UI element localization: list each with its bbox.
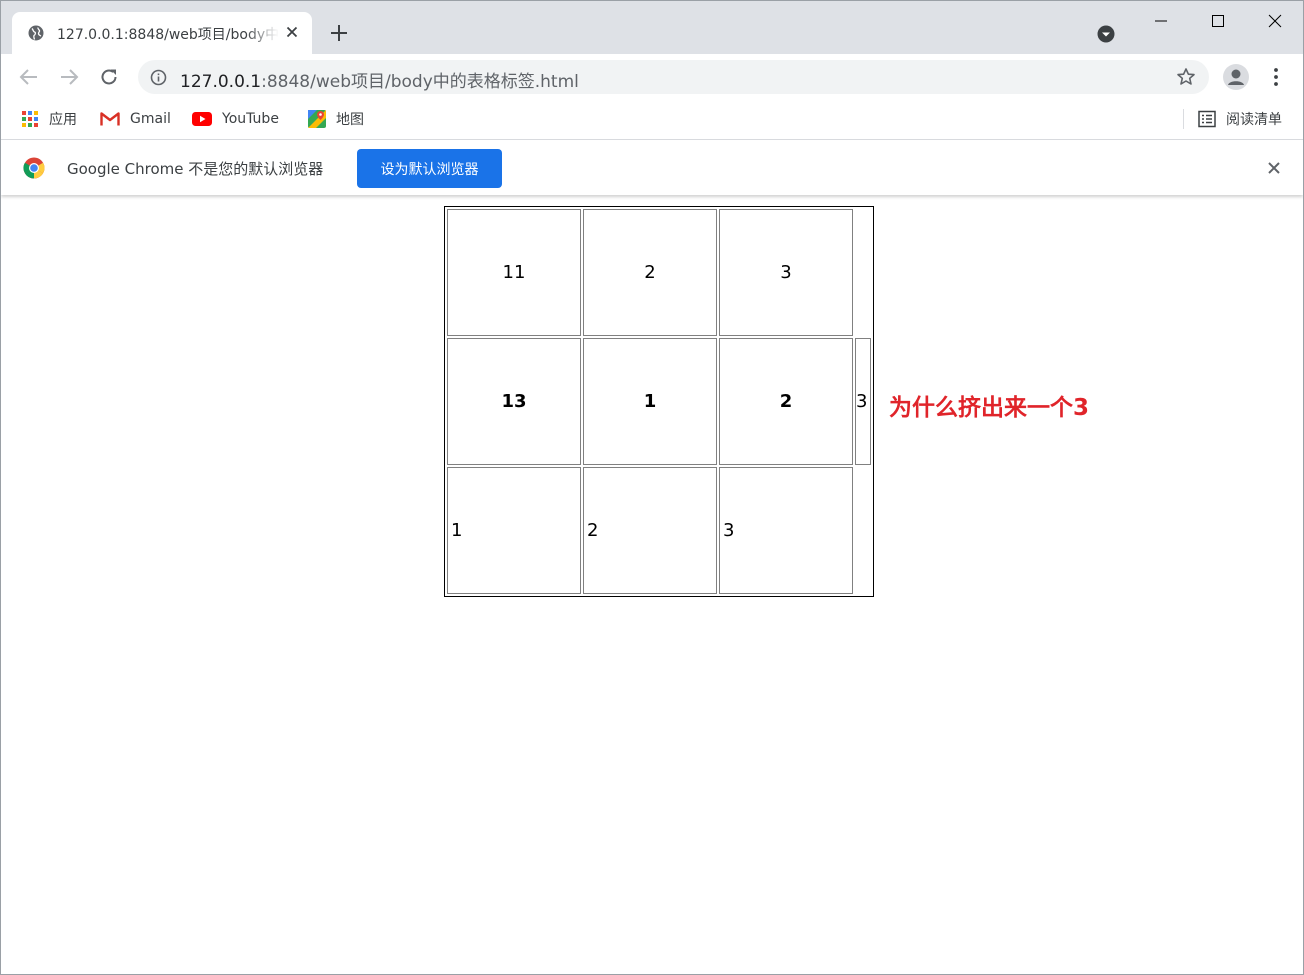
- overflow-cell: 3: [855, 338, 871, 465]
- navigation-toolbar: 127.0.0.1:8848/web项目/body中的表格标签.html: [1, 54, 1303, 100]
- table-cell: 1: [447, 467, 581, 594]
- reading-list-button[interactable]: 阅读清单: [1198, 108, 1282, 130]
- table-cell: 3: [719, 467, 853, 594]
- bookmark-apps[interactable]: 应用: [21, 108, 77, 130]
- bookmark-youtube[interactable]: YouTube: [192, 108, 279, 130]
- page-viewport: 11 2 3 13 1 2 3 1 2 3 为什么挤出来一个3: [1, 195, 1303, 974]
- table-header-cell: 2: [719, 338, 853, 465]
- window-close-icon[interactable]: [1255, 7, 1295, 35]
- infobar-message: Google Chrome 不是您的默认浏览器: [67, 160, 324, 178]
- apps-grid-icon: [22, 111, 38, 127]
- table-header-cell: 1: [583, 338, 717, 465]
- site-info-icon[interactable]: [150, 69, 167, 86]
- table-row: 13 1 2 3: [447, 338, 871, 465]
- reading-list-icon: [1198, 110, 1216, 128]
- infobar-close-icon[interactable]: [1266, 160, 1282, 176]
- set-default-browser-button[interactable]: 设为默认浏览器: [357, 149, 502, 188]
- bookmark-star-icon[interactable]: [1176, 67, 1196, 87]
- tab-title: 127.0.0.1:8848/web项目/body中的表格标签.html: [57, 27, 279, 43]
- more-menu-icon[interactable]: [1266, 66, 1286, 88]
- active-tab[interactable]: 127.0.0.1:8848/web项目/body中的表格标签.html: [12, 12, 312, 54]
- tab-strip: 127.0.0.1:8848/web项目/body中的表格标签.html: [1, 1, 1303, 54]
- tab-close-icon[interactable]: [284, 24, 300, 40]
- bookmark-gmail[interactable]: Gmail: [100, 108, 171, 130]
- table-cell: 2: [583, 209, 717, 336]
- table-header-cell: 13: [447, 338, 581, 465]
- url-text: 127.0.0.1:8848/web项目/body中的表格标签.html: [180, 67, 579, 92]
- url-host: 127.0.0.1: [180, 72, 262, 92]
- table-cell: 11: [447, 209, 581, 336]
- new-tab-plus-icon[interactable]: [328, 22, 350, 44]
- bookmark-apps-label: 应用: [49, 112, 77, 128]
- youtube-icon: [192, 112, 212, 126]
- minimize-icon[interactable]: [1141, 7, 1181, 35]
- back-arrow-icon[interactable]: [18, 66, 40, 88]
- url-path: :8848/web项目/body中的表格标签.html: [261, 72, 579, 92]
- profile-avatar[interactable]: [1223, 64, 1249, 90]
- demo-table: 11 2 3 13 1 2 3 1 2 3: [444, 206, 874, 597]
- bookmark-maps-label: 地图: [336, 112, 364, 128]
- forward-arrow-icon[interactable]: [58, 66, 80, 88]
- person-icon: [1228, 69, 1244, 85]
- bookmarks-bar: 应用 Gmail YouTube 地图 阅读清单: [1, 100, 1303, 140]
- tab-search-dropdown-icon[interactable]: [1096, 24, 1116, 44]
- maximize-icon[interactable]: [1198, 7, 1238, 35]
- gmail-icon: [100, 112, 120, 126]
- bookmarks-separator: [1183, 109, 1184, 129]
- reload-icon[interactable]: [98, 66, 120, 88]
- default-browser-infobar: Google Chrome 不是您的默认浏览器 设为默认浏览器: [1, 140, 1303, 195]
- table-cell: 2: [583, 467, 717, 594]
- address-bar[interactable]: 127.0.0.1:8848/web项目/body中的表格标签.html: [138, 60, 1209, 94]
- bookmark-youtube-label: YouTube: [222, 111, 279, 127]
- maps-icon: [308, 110, 326, 128]
- table-row: 11 2 3: [447, 209, 871, 336]
- question-annotation: 为什么挤出来一个3: [889, 395, 1090, 421]
- reading-list-label: 阅读清单: [1226, 112, 1282, 128]
- bookmark-maps[interactable]: 地图: [308, 108, 364, 130]
- bookmark-gmail-label: Gmail: [130, 111, 171, 127]
- table-cell: 3: [719, 209, 853, 336]
- table-row: 1 2 3: [447, 467, 871, 594]
- globe-icon: [28, 25, 44, 41]
- chrome-logo-icon: [23, 157, 45, 179]
- browser-window: 127.0.0.1:8848/web项目/body中的表格标签.html: [0, 0, 1304, 975]
